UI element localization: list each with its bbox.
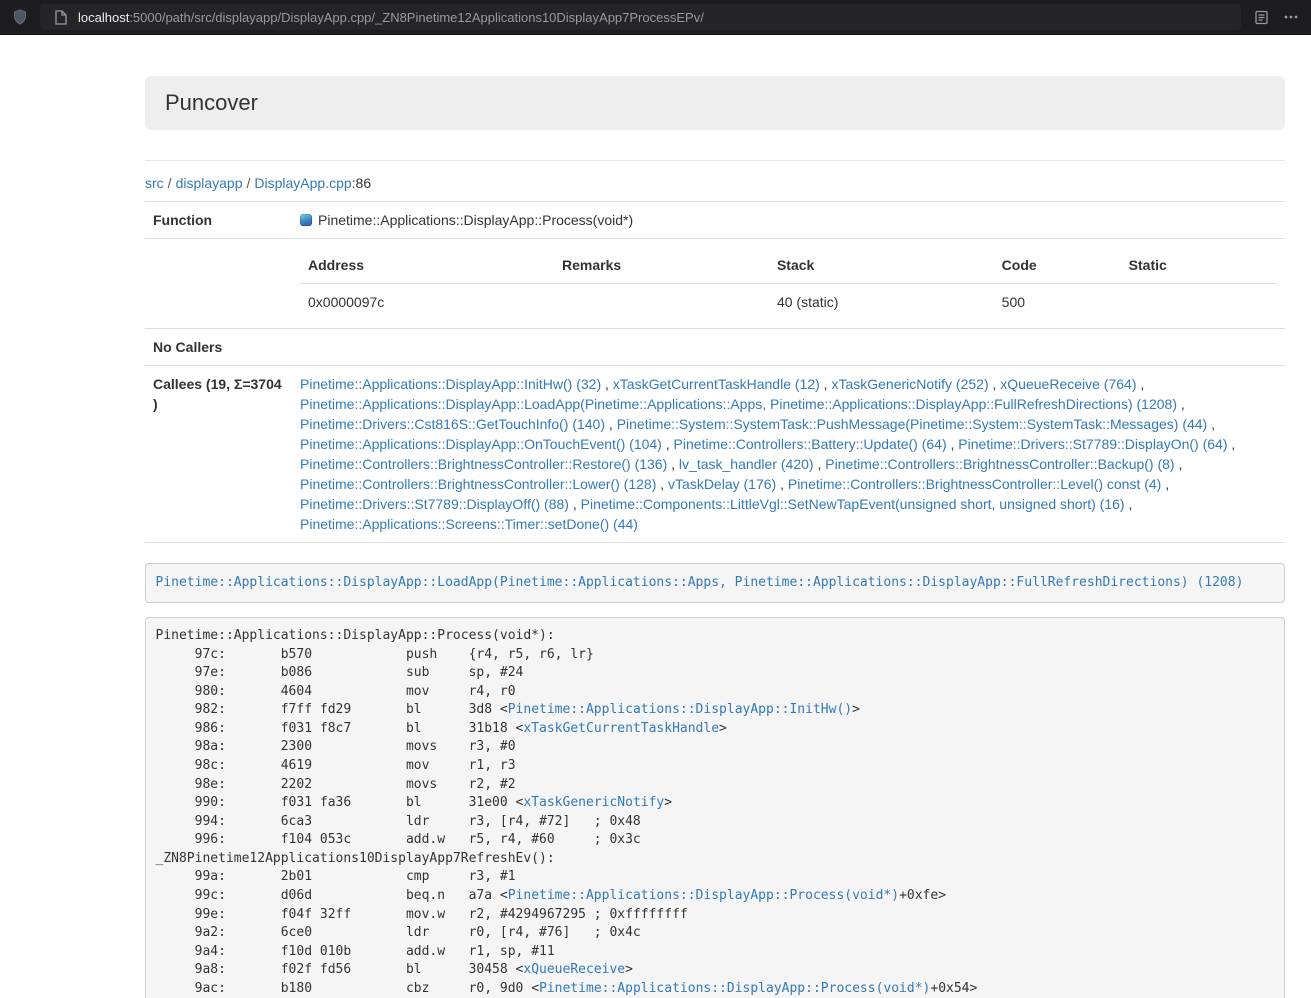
no-callers-cell (292, 329, 1285, 366)
metrics-values-row: 0x0000097c 40 (static) 500 (300, 284, 1277, 321)
app-title: Puncover (165, 90, 1265, 116)
code-symbol-link[interactable]: Pinetime::Applications::DisplayApp::Proc… (508, 888, 899, 903)
code-symbol-link[interactable]: Pinetime::Applications::DisplayApp::Init… (508, 702, 852, 717)
callee-link[interactable]: Pinetime::Applications::DisplayApp::OnTo… (300, 436, 662, 452)
callee-link[interactable]: Pinetime::Applications::DisplayApp::Load… (300, 396, 1177, 412)
column-address: Address (300, 247, 554, 284)
code-symbol-link[interactable]: xTaskGenericNotify (523, 795, 664, 810)
metrics-header-row: Address Remarks Stack Code Static (300, 247, 1277, 284)
remarks-value (554, 284, 769, 321)
callee-link[interactable]: Pinetime::Drivers::St7789::DisplayOn() (… (958, 436, 1227, 452)
no-callers-row: No Callers (145, 329, 1285, 366)
shield-icon[interactable] (10, 7, 30, 27)
callee-link[interactable]: Pinetime::Components::LittleVgl::SetNewT… (581, 496, 1125, 512)
url-bar[interactable]: localhost:5000/path/src/displayapp/Displ… (40, 4, 1241, 30)
callees-label: Callees (19, Σ=3704 ) (145, 366, 292, 543)
static-value (1121, 284, 1277, 321)
callee-link[interactable]: Pinetime::Applications::DisplayApp::Init… (300, 376, 601, 392)
callees-list: Pinetime::Applications::DisplayApp::Init… (292, 366, 1285, 543)
callee-link[interactable]: vTaskDelay (176) (668, 476, 776, 492)
metrics-table: Address Remarks Stack Code Static 0x0000… (300, 247, 1277, 320)
metrics-row: Address Remarks Stack Code Static 0x0000… (145, 239, 1285, 329)
breadcrumb-line-number: :86 (352, 175, 371, 191)
url-text: localhost:5000/path/src/displayapp/Displ… (78, 10, 704, 25)
callees-row: Callees (19, Σ=3704 ) Pinetime::Applicat… (145, 366, 1285, 543)
code-symbol-link[interactable]: Pinetime::Applications::DisplayApp::Proc… (539, 981, 930, 996)
page-content: Puncover src/displayapp/DisplayApp.cpp:8… (0, 35, 1311, 998)
url-path: :5000/path/src/displayapp/DisplayApp.cpp… (129, 10, 704, 25)
column-code: Code (994, 247, 1121, 284)
address-value: 0x0000097c (300, 284, 554, 321)
app-header: Puncover (145, 76, 1285, 130)
breadcrumb-separator: / (243, 175, 255, 191)
callee-link[interactable]: Pinetime::Controllers::BrightnessControl… (788, 476, 1161, 492)
callee-link[interactable]: Pinetime::Controllers::Battery::Update()… (674, 436, 947, 452)
breadcrumb-item-displayapp[interactable]: displayapp (176, 175, 243, 191)
callee-link[interactable]: Pinetime::Drivers::Cst816S::GetTouchInfo… (300, 416, 605, 432)
breadcrumb: src/displayapp/DisplayApp.cpp:86 (145, 173, 1285, 193)
callee-link[interactable]: Pinetime::System::SystemTask::PushMessag… (617, 416, 1208, 432)
column-stack: Stack (769, 247, 994, 284)
metrics-cell: Address Remarks Stack Code Static 0x0000… (292, 239, 1285, 329)
function-name: Pinetime::Applications::DisplayApp::Proc… (318, 212, 633, 228)
breadcrumb-item-src[interactable]: src (145, 175, 164, 191)
column-remarks: Remarks (554, 247, 769, 284)
callee-link[interactable]: lv_task_handler (420) (679, 456, 814, 472)
page-icon (50, 7, 70, 27)
function-row: Function Pinetime::Applications::Display… (145, 202, 1285, 239)
callee-link[interactable]: Pinetime::Drivers::St7789::DisplayOff() … (300, 496, 569, 512)
highlighted-callee-link[interactable]: Pinetime::Applications::DisplayApp::Load… (156, 575, 1244, 590)
function-name-cell: Pinetime::Applications::DisplayApp::Proc… (292, 202, 1285, 239)
breadcrumb-separator: / (164, 175, 176, 191)
callee-link[interactable]: xTaskGetCurrentTaskHandle (12) (613, 376, 820, 392)
code-value: 500 (994, 284, 1121, 321)
code-symbol-link[interactable]: xQueueReceive (523, 962, 625, 977)
callee-link[interactable]: xTaskGenericNotify (252) (831, 376, 988, 392)
callee-link[interactable]: Pinetime::Applications::Screens::Timer::… (300, 516, 638, 532)
callee-link[interactable]: Pinetime::Controllers::BrightnessControl… (300, 456, 667, 472)
function-info-table: Function Pinetime::Applications::Display… (145, 201, 1285, 543)
browser-chrome: localhost:5000/path/src/displayapp/Displ… (0, 0, 1311, 35)
main-container: Puncover src/displayapp/DisplayApp.cpp:8… (145, 35, 1285, 998)
breadcrumb-item-file[interactable]: DisplayApp.cpp (254, 175, 351, 191)
callee-link[interactable]: Pinetime::Controllers::BrightnessControl… (300, 476, 656, 492)
reader-view-icon[interactable] (1251, 7, 1271, 27)
divider (145, 160, 1285, 161)
no-callers-label: No Callers (145, 329, 292, 366)
url-host: localhost (78, 10, 129, 25)
highlighted-callee: Pinetime::Applications::DisplayApp::Load… (145, 563, 1285, 603)
function-type-icon (300, 214, 312, 226)
callee-link[interactable]: Pinetime::Controllers::BrightnessControl… (825, 456, 1174, 472)
code-symbol-link[interactable]: xTaskGetCurrentTaskHandle (523, 721, 719, 736)
disassembly-code: Pinetime::Applications::DisplayApp::Proc… (145, 617, 1285, 998)
metrics-row-head (145, 239, 292, 329)
callee-link[interactable]: xQueueReceive (764) (1000, 376, 1136, 392)
function-label: Function (145, 202, 292, 239)
column-static: Static (1121, 247, 1277, 284)
stack-value: 40 (static) (769, 284, 994, 321)
menu-icon[interactable] (1281, 7, 1301, 27)
